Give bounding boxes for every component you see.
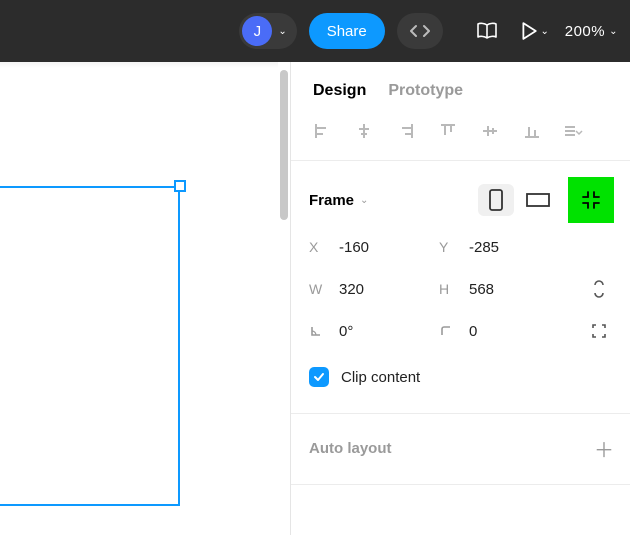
radius-label	[439, 324, 469, 338]
y-input[interactable]: -285	[469, 239, 539, 256]
constrain-proportions-button[interactable]	[584, 274, 614, 304]
link-icon	[591, 279, 607, 299]
h-label: H	[439, 281, 469, 297]
w-input[interactable]: 320	[339, 281, 409, 298]
align-hcenter-icon	[355, 122, 373, 140]
orientation-portrait-button[interactable]	[478, 184, 514, 216]
h-input[interactable]: 568	[469, 281, 539, 298]
canvas[interactable]	[0, 62, 290, 535]
top-toolbar: J ⌄ Share ⌄ 200% ⌄	[0, 0, 630, 62]
w-label: W	[309, 281, 339, 297]
add-auto-layout-button[interactable]: ＋	[594, 434, 614, 463]
align-hcenter-button[interactable]	[351, 118, 377, 144]
align-top-button[interactable]	[435, 118, 461, 144]
angle-icon	[309, 324, 323, 338]
independent-corners-button[interactable]	[584, 316, 614, 346]
portrait-icon	[489, 189, 503, 211]
align-bottom-icon	[523, 122, 541, 140]
main-area: Design Prototype Frame ⌄	[0, 62, 630, 535]
corner-radius-icon	[439, 324, 453, 338]
vertical-scrollbar[interactable]	[278, 62, 290, 535]
chevron-down-icon: ⌄	[609, 26, 618, 37]
distribute-icon	[563, 122, 585, 140]
orientation-landscape-button[interactable]	[520, 184, 556, 216]
auto-layout-label: Auto layout	[309, 440, 392, 457]
clip-content-checkbox[interactable]	[309, 367, 329, 387]
dev-mode-button[interactable]	[397, 13, 443, 49]
chevron-down-icon: ⌄	[278, 26, 286, 37]
align-toolbar	[291, 114, 630, 161]
tab-design[interactable]: Design	[313, 82, 366, 100]
resize-to-fit-icon	[580, 189, 602, 211]
resize-to-fit-button[interactable]	[576, 185, 606, 215]
align-left-icon	[313, 122, 331, 140]
rotation-label	[309, 324, 339, 338]
tab-prototype[interactable]: Prototype	[388, 82, 463, 100]
play-icon	[521, 22, 537, 40]
user-menu[interactable]: J ⌄	[239, 13, 296, 49]
user-avatar: J	[242, 16, 272, 46]
chevron-down-icon: ⌄	[360, 195, 368, 206]
panel-tabs: Design Prototype	[291, 62, 630, 114]
library-button[interactable]	[469, 13, 505, 49]
properties-panel: Design Prototype Frame ⌄	[290, 62, 630, 535]
align-vcenter-button[interactable]	[477, 118, 503, 144]
selected-frame-outline[interactable]	[0, 186, 180, 506]
code-icon	[410, 24, 430, 38]
share-button[interactable]: Share	[309, 13, 385, 49]
present-button[interactable]: ⌄	[517, 13, 553, 49]
frame-section: Frame ⌄	[291, 161, 630, 414]
align-bottom-button[interactable]	[519, 118, 545, 144]
check-icon	[313, 371, 325, 383]
share-label: Share	[327, 23, 367, 40]
resize-to-fit-highlight	[568, 177, 614, 223]
independent-corners-icon	[590, 322, 608, 340]
frame-dropdown[interactable]: Frame	[309, 192, 354, 209]
x-input[interactable]: -160	[339, 239, 409, 256]
auto-layout-section: Auto layout ＋	[291, 414, 630, 485]
align-top-icon	[439, 122, 457, 140]
selection-handle[interactable]	[174, 180, 186, 192]
rotation-input[interactable]: 0°	[339, 323, 409, 340]
x-label: X	[309, 239, 339, 255]
distribute-button[interactable]	[561, 118, 587, 144]
chevron-down-icon: ⌄	[541, 26, 549, 37]
align-left-button[interactable]	[309, 118, 335, 144]
book-icon	[476, 22, 498, 40]
clip-content-label: Clip content	[341, 369, 420, 386]
y-label: Y	[439, 239, 469, 255]
zoom-value: 200%	[565, 23, 605, 40]
zoom-menu[interactable]: 200% ⌄	[565, 23, 618, 40]
radius-input[interactable]: 0	[469, 323, 539, 340]
align-right-button[interactable]	[393, 118, 419, 144]
scrollbar-thumb[interactable]	[280, 70, 288, 220]
user-initial: J	[254, 23, 262, 40]
align-right-icon	[397, 122, 415, 140]
landscape-icon	[526, 193, 550, 207]
align-vcenter-icon	[481, 122, 499, 140]
